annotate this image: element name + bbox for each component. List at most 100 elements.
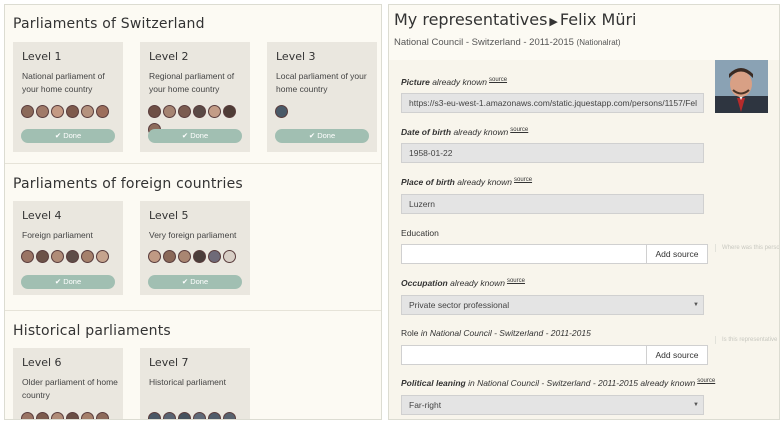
dob-source-link[interactable]: source [510,127,528,133]
dob-label: Date of birth already known source [401,127,529,137]
level-description: National parliament of your home country [22,71,105,94]
section-divider [5,310,381,311]
place-of-birth-field[interactable]: Luzern [401,194,704,214]
avatar[interactable] [51,105,64,118]
breadcrumb-my-representatives[interactable]: My representatives [394,10,547,29]
level-3-card[interactable]: Level 3 Local parliament of your home co… [267,42,377,152]
dropdown-arrow-icon: ▼ [693,302,699,308]
avatar[interactable] [96,412,109,419]
page-title: My representatives ▶ Felix Müri [394,10,636,29]
avatar[interactable] [148,412,161,419]
avatar[interactable] [275,105,288,118]
picture-url-field[interactable]: https://s3-eu-west-1.amazonaws.com/stati… [401,93,704,113]
leaning-label: Political leaning in National Council - … [401,378,716,388]
political-leaning-select[interactable]: Far-right ▼ [401,395,704,415]
role-field[interactable] [401,345,647,365]
level-5-card[interactable]: Level 5 Very foreign parliament ✔ Done [140,201,250,295]
section-divider [5,163,381,164]
representative-form: Picture already known source https://s3-e… [389,60,779,419]
avatar[interactable] [208,250,221,263]
pob-source-link[interactable]: source [514,177,532,183]
parliament-levels-panel: Parliaments of Switzerland Level 1 Natio… [4,4,382,420]
leaning-source-link[interactable]: source [697,378,715,384]
avatar[interactable] [178,412,191,419]
occupation-value: Private sector professional [409,300,510,310]
education-hint: Where was this person educated? Universi… [715,244,779,252]
level-label: Level 7 [149,356,189,369]
avatar[interactable] [163,250,176,263]
picture-source-link[interactable]: source [489,77,507,83]
avatar[interactable] [148,105,161,118]
education-field[interactable] [401,244,647,264]
level-description: Historical parliament [149,377,226,387]
section-foreign: Parliaments of foreign countries Level 4… [5,165,381,315]
avatar[interactable] [66,105,79,118]
occupation-select[interactable]: Private sector professional ▼ [401,295,704,315]
occupation-source-link[interactable]: source [507,278,525,284]
level-2-card[interactable]: Level 2 Regional parliament of your home… [140,42,250,152]
avatar[interactable] [66,412,79,419]
level-4-card[interactable]: Level 4 Foreign parliament ✔ Done [13,201,123,295]
avatar[interactable] [223,250,236,263]
done-button[interactable]: ✔ Done [148,129,242,143]
level-description: Very foreign parliament [149,230,237,240]
level-1-card[interactable]: Level 1 National parliament of your home… [13,42,123,152]
avatar[interactable] [208,412,221,419]
avatar[interactable] [21,412,34,419]
avatar-list [148,250,238,265]
portrait-image [715,60,768,113]
avatar[interactable] [148,250,161,263]
avatar-list [21,412,111,419]
avatar[interactable] [96,250,109,263]
level-7-card[interactable]: Level 7 Historical parliament [140,348,250,419]
avatar[interactable] [36,105,49,118]
avatar[interactable] [193,412,206,419]
representative-name: Felix Müri [559,10,637,29]
level-label: Level 6 [22,356,62,369]
section-historical: Historical parliaments Level 6 Older par… [5,312,381,419]
avatar[interactable] [193,105,206,118]
done-button[interactable]: ✔ Done [21,129,115,143]
avatar[interactable] [36,250,49,263]
date-of-birth-field[interactable]: 1958-01-22 [401,143,704,163]
done-button[interactable]: ✔ Done [148,275,242,289]
section-title: Parliaments of Switzerland [13,16,205,32]
role-hint: Is this representative also hold a speci… [715,336,779,344]
avatar[interactable] [81,105,94,118]
avatar[interactable] [163,105,176,118]
education-add-source-button[interactable]: Add source [646,244,708,264]
role-add-source-button[interactable]: Add source [646,345,708,365]
assembly-note: (Nationalrat) [576,38,621,47]
avatar[interactable] [178,105,191,118]
level-description: Foreign parliament [22,230,93,240]
avatar[interactable] [36,412,49,419]
level-label: Level 5 [149,209,189,222]
avatar[interactable] [163,412,176,419]
avatar[interactable] [21,105,34,118]
avatar[interactable] [208,105,221,118]
avatar[interactable] [193,250,206,263]
section-switzerland: Parliaments of Switzerland Level 1 Natio… [5,5,381,165]
assembly-subtitle: National Council - Switzerland - 2011-20… [394,37,621,48]
assembly-name: National Council - Switzerland - 2011-20… [394,37,574,48]
avatar[interactable] [51,412,64,419]
done-button[interactable]: ✔ Done [21,275,115,289]
dropdown-arrow-icon: ▼ [693,402,699,408]
avatar[interactable] [178,250,191,263]
level-description: Regional parliament of your home country [149,71,235,94]
avatar[interactable] [66,250,79,263]
education-label: Education [401,228,439,238]
avatar-list [21,250,111,265]
avatar[interactable] [81,412,94,419]
avatar[interactable] [223,105,236,118]
avatar[interactable] [223,412,236,419]
avatar[interactable] [96,105,109,118]
avatar-list [275,105,290,120]
avatar[interactable] [21,250,34,263]
pob-label: Place of birth already known source [401,177,533,187]
avatar[interactable] [51,250,64,263]
section-title: Parliaments of foreign countries [13,176,243,192]
avatar[interactable] [81,250,94,263]
done-button[interactable]: ✔ Done [275,129,369,143]
level-6-card[interactable]: Level 6 Older parliament of home country [13,348,123,419]
